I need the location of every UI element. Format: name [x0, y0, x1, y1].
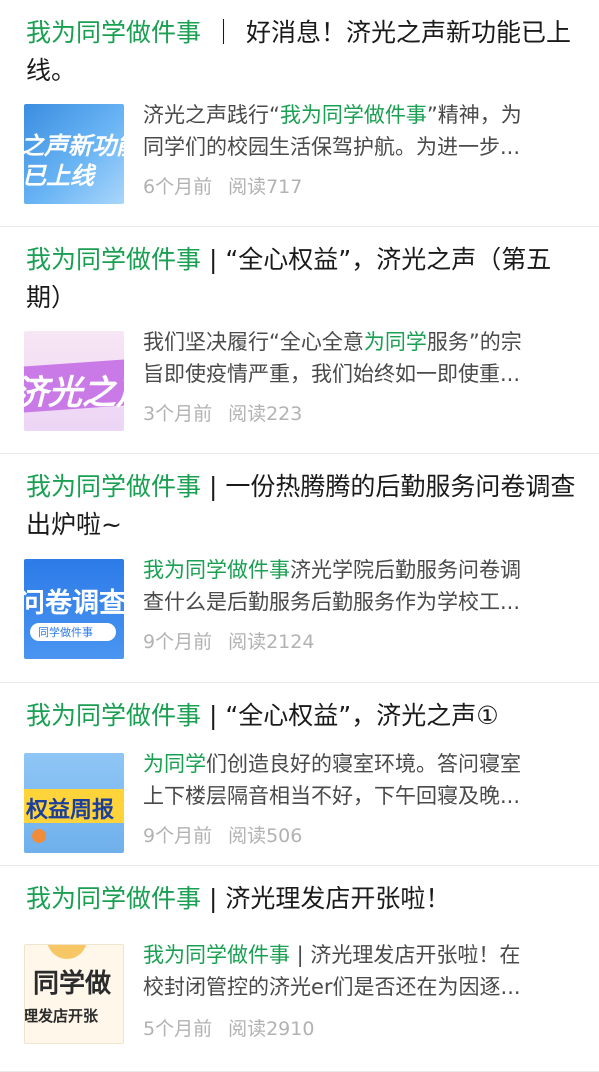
- thumbnail-decoration: [47, 945, 87, 959]
- article-summary: 我们坚决履行“全心全意为同学服务”的宗 旨即使疫情严重，我们始终如一即使重...: [143, 326, 579, 390]
- list-item[interactable]: 我为同学做件事 | 济光理发店开张啦！ 同学做 理发店开张 我为同学做件事 | …: [0, 866, 599, 1072]
- article-meta: 5个月前 阅读2910: [143, 1016, 330, 1042]
- title-keyword: 我为同学做件事: [26, 472, 202, 501]
- article-title[interactable]: 我为同学做件事 | “全心权益”，济光之声（第五期）: [26, 241, 581, 317]
- thumbnail-caption: 权益周报: [26, 798, 115, 823]
- summary-text: 济光之声践行“: [143, 103, 280, 127]
- article-title[interactable]: 我为同学做件事 | 一份热腾腾的后勤服务问卷调查出炉啦~: [26, 468, 581, 544]
- summary-text: 我们坚决履行“全心全意: [143, 330, 364, 354]
- thumbnail-caption-2: 同学做件事: [38, 626, 93, 639]
- title-keyword: 我为同学做件事: [26, 18, 202, 47]
- summary-keyword: 为同学: [363, 330, 427, 354]
- summary-line-2: 上下楼层隔音相当不好，下午回寝及晚...: [143, 784, 521, 808]
- post-time: 9个月前: [143, 825, 213, 847]
- thumbnail-caption: 问卷调查: [24, 588, 124, 619]
- article-thumbnail[interactable]: 同学做 理发店开张: [24, 944, 124, 1044]
- post-time: 5个月前: [143, 1018, 213, 1040]
- title-keyword: 我为同学做件事: [26, 884, 202, 913]
- list-item[interactable]: 我为同学做件事 | “全心权益”，济光之声（第五期） 济光之声 我们坚决履行“全…: [0, 227, 599, 454]
- thumbnail-decoration: [32, 829, 46, 843]
- article-summary: 为同学们创造良好的寝室环境。答问寝室 上下楼层隔音相当不好，下午回寝及晚...: [143, 748, 579, 812]
- title-separator: |: [201, 472, 226, 501]
- article-summary: 济光之声践行“我为同学做件事”精神，为 同学们的校园生活保驾护航。为进一步...: [143, 99, 579, 163]
- title-keyword: 我为同学做件事: [26, 701, 202, 730]
- thumbnail-caption: 济光之声: [24, 373, 124, 413]
- article-thumbnail[interactable]: 权益周报: [24, 753, 124, 853]
- read-count: 阅读2124: [228, 631, 315, 653]
- list-item[interactable]: 我为同学做件事 | 一份热腾腾的后勤服务问卷调查出炉啦~ 问卷调查 同学做件事 …: [0, 454, 599, 683]
- thumbnail-caption-2: 理发店开张: [24, 1007, 99, 1025]
- read-count: 阅读223: [228, 403, 303, 425]
- summary-line-2: 同学们的校园生活保驾护航。为进一步...: [143, 135, 521, 159]
- article-summary: 我为同学做件事济光学院后勤服务问卷调 查什么是后勤服务后勤服务作为学校工...: [143, 554, 579, 618]
- title-text: “全心权益”，济光之声①: [225, 701, 499, 730]
- summary-text: 们创造良好的寝室环境。答问寝室: [206, 752, 521, 776]
- summary-text: ”精神，为: [426, 103, 522, 127]
- summary-keyword: 我为同学做件事: [279, 103, 427, 127]
- article-meta: 6个月前 阅读717: [143, 174, 318, 200]
- summary-text: 济光学院后勤服务问卷调: [290, 558, 521, 582]
- title-separator: |: [201, 884, 226, 913]
- summary-line-2: 查什么是后勤服务后勤服务作为学校工...: [143, 590, 521, 614]
- read-count: 阅读717: [228, 176, 303, 198]
- title-separator: |: [201, 245, 226, 274]
- title-separator: ｜: [211, 18, 237, 47]
- thumbnail-caption: 同学做: [33, 969, 112, 999]
- post-time: 3个月前: [143, 403, 213, 425]
- title-keyword: 我为同学做件事: [26, 245, 202, 274]
- summary-keyword: 我为同学做件事: [143, 943, 290, 967]
- read-count: 阅读2910: [228, 1018, 315, 1040]
- thumbnail-caption-2: 已上线: [24, 162, 94, 190]
- summary-keyword: 为同学: [143, 752, 206, 776]
- article-thumbnail[interactable]: 之声新功能 已上线: [24, 104, 124, 204]
- read-count: 阅读506: [228, 825, 303, 847]
- summary-keyword: 我为同学做件事: [143, 558, 290, 582]
- title-text: 济光理发店开张啦！: [225, 884, 451, 913]
- summary-text: | 济光理发店开张啦！在: [290, 943, 521, 967]
- article-meta: 9个月前 阅读506: [143, 823, 318, 849]
- article-thumbnail[interactable]: 问卷调查 同学做件事: [24, 559, 124, 659]
- article-thumbnail[interactable]: 济光之声: [24, 331, 124, 431]
- summary-line-2: 校封闭管控的济光er们是否还在为因逐...: [143, 975, 521, 999]
- article-meta: 3个月前 阅读223: [143, 401, 318, 427]
- list-item[interactable]: 我为同学做件事｜好消息！济光之声新功能已上线。 之声新功能 已上线 济光之声践行…: [0, 0, 599, 227]
- title-separator: |: [201, 701, 226, 730]
- article-title[interactable]: 我为同学做件事 | “全心权益”，济光之声①: [26, 697, 581, 735]
- list-item[interactable]: 我为同学做件事 | “全心权益”，济光之声① 权益周报 为同学们创造良好的寝室环…: [0, 683, 599, 866]
- article-meta: 9个月前 阅读2124: [143, 629, 330, 655]
- post-time: 9个月前: [143, 631, 213, 653]
- article-summary: 我为同学做件事 | 济光理发店开张啦！在 校封闭管控的济光er们是否还在为因逐.…: [143, 939, 579, 1003]
- summary-line-2: 旨即使疫情严重，我们始终如一即使重...: [143, 362, 521, 386]
- article-title[interactable]: 我为同学做件事 | 济光理发店开张啦！: [26, 880, 581, 918]
- summary-text: 服务”的宗: [426, 330, 522, 354]
- post-time: 6个月前: [143, 176, 213, 198]
- article-title[interactable]: 我为同学做件事｜好消息！济光之声新功能已上线。: [26, 14, 581, 90]
